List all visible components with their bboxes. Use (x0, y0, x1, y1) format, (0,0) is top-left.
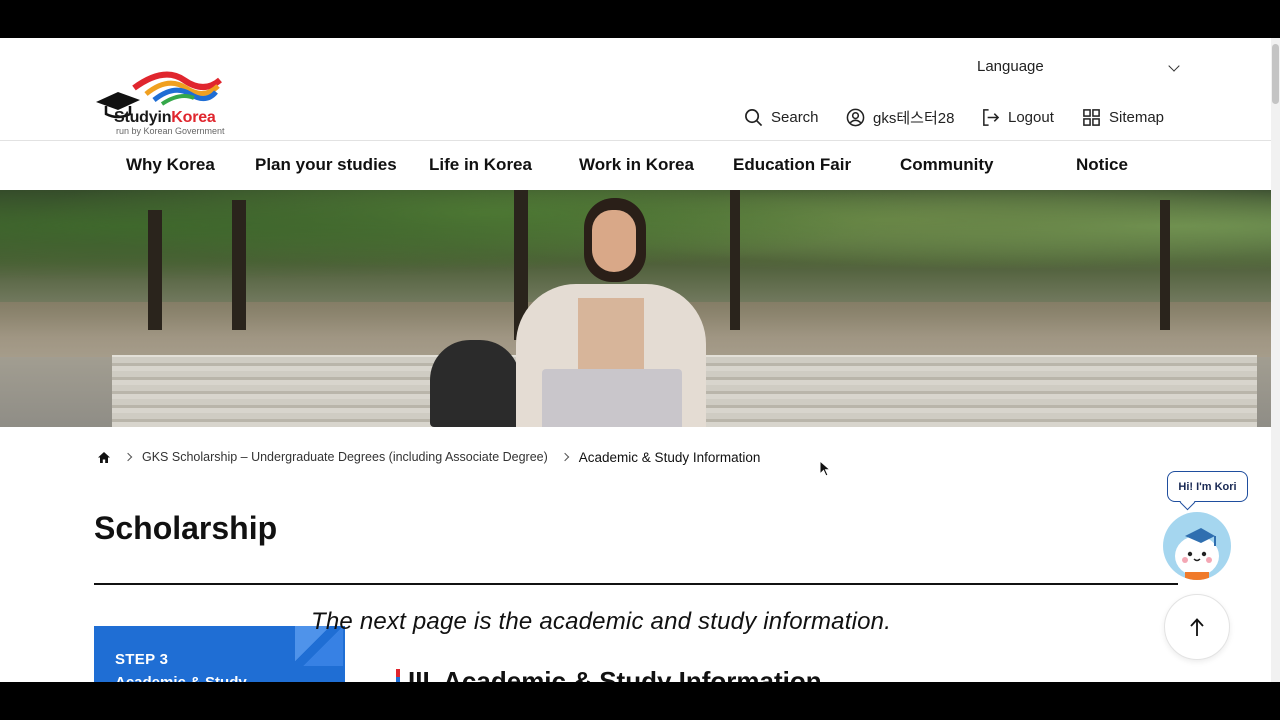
user-circle-icon (846, 108, 865, 126)
next-page-message: The next page is the academic and study … (311, 608, 892, 635)
logout-link[interactable]: Logout (981, 106, 1054, 128)
chatbot-greeting-bubble[interactable]: Hi! I'm Kori (1167, 471, 1248, 502)
search-link-label: Search (771, 108, 819, 126)
section-heading: III. Academic & Study Information (396, 666, 822, 682)
title-divider (94, 583, 1178, 585)
language-label: Language (977, 58, 1044, 75)
arrow-up-icon (1190, 618, 1204, 636)
section-heading-text: III. Academic & Study Information (408, 665, 822, 683)
breadcrumb-current: Academic & Study Information (578, 449, 761, 465)
hero-bag (430, 340, 520, 427)
chevron-down-icon (1168, 60, 1180, 72)
hero-laptop (542, 369, 682, 427)
nav-community[interactable]: Community (900, 155, 994, 175)
nav-why-korea[interactable]: Why Korea (126, 155, 215, 175)
page-title: Scholarship (94, 510, 278, 546)
logout-label: Logout (1008, 108, 1054, 126)
breadcrumb-gks-scholarship[interactable]: GKS Scholarship – Undergraduate Degrees … (142, 450, 548, 464)
account-username: gks테스터28 (873, 109, 955, 127)
step-card: STEP 3 Academic & Study (94, 626, 345, 682)
hero-student (516, 198, 706, 427)
mouse-cursor-icon (819, 460, 831, 477)
main-nav: Why Korea Plan your studies Life in Kore… (0, 141, 1271, 189)
heading-accent-bar (396, 669, 400, 682)
hero-tree-trunk (148, 210, 162, 330)
search-icon (745, 108, 763, 126)
scroll-to-top-button[interactable] (1164, 594, 1230, 660)
chevron-right-icon (123, 452, 133, 462)
hero-student-top (578, 298, 644, 378)
logo-brand-part1: Studyin (114, 109, 172, 126)
home-icon[interactable] (97, 451, 111, 464)
logo-brand-part2: Korea (171, 109, 216, 126)
chevron-right-icon (560, 452, 570, 462)
search-link[interactable]: Search (744, 106, 819, 128)
nav-plan-your-studies[interactable]: Plan your studies (255, 155, 397, 175)
breadcrumb: GKS Scholarship – Undergraduate Degrees … (97, 449, 760, 465)
hero-tree-trunk (232, 200, 246, 330)
sitemap-link[interactable]: Sitemap (1082, 106, 1164, 128)
kori-mascot-icon (1175, 528, 1219, 580)
step-subtitle: Academic & Study (115, 674, 247, 682)
grid-icon (1083, 108, 1100, 126)
hero-banner-image (0, 190, 1271, 427)
nav-life-in-korea[interactable]: Life in Korea (429, 155, 532, 175)
step-label: STEP 3 (115, 651, 169, 668)
page-scrollbar[interactable] (1271, 38, 1280, 682)
nav-work-in-korea[interactable]: Work in Korea (579, 155, 694, 175)
logo-brand-text: StudyinKorea (114, 109, 216, 127)
logout-icon (983, 108, 1000, 126)
account-link[interactable]: gks테스터28 (846, 106, 954, 128)
scrollbar-thumb[interactable] (1272, 44, 1279, 104)
nav-education-fair[interactable]: Education Fair (733, 155, 851, 175)
logo-tagline: run by Korean Government (116, 126, 225, 136)
hero-tree-trunk (1160, 200, 1170, 330)
nav-notice[interactable]: Notice (1076, 155, 1128, 175)
language-select[interactable]: Language (977, 58, 1182, 78)
hero-student-face (592, 210, 636, 272)
studyinkorea-logo[interactable]: StudyinKorea run by Korean Government (94, 68, 234, 138)
chatbot-greeting-text: Hi! I'm Kori (1178, 480, 1237, 493)
sitemap-label: Sitemap (1109, 108, 1165, 126)
browser-viewport: StudyinKorea run by Korean Government La… (0, 38, 1280, 682)
hero-tree-trunk (730, 190, 740, 330)
kori-chatbot-button[interactable] (1163, 512, 1231, 580)
